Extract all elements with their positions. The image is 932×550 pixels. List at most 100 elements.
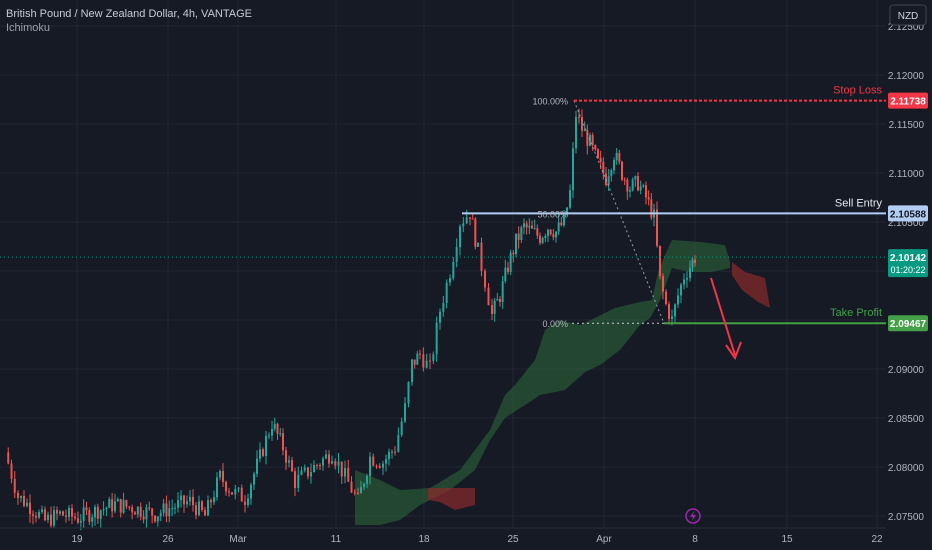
candle-body [99,510,102,519]
candle-body [656,209,658,246]
candle-body [108,499,111,508]
candle-body [35,515,37,518]
candle-body [85,507,88,511]
x-tick-label: Mar [229,534,247,545]
x-tick-label: Apr [596,534,612,545]
candle-body [294,471,296,489]
candle-body [337,461,340,466]
x-tick-label: 8 [692,534,698,545]
cloud-bear-right [732,262,770,308]
candle-body [114,501,116,512]
candle-body [116,498,119,502]
candle-body [105,507,108,509]
candle-body [204,509,206,516]
candle-body [680,284,682,296]
candle-body [583,130,586,132]
candle-body [328,454,330,464]
candle-body [531,225,533,229]
candle-body [77,518,79,523]
candle-body [586,130,589,146]
candle-body [310,472,312,477]
candle-body [186,501,188,505]
candle-body [222,470,224,482]
candle-body [210,500,212,503]
candle-body [639,186,642,191]
candle-body [53,510,55,526]
candle-body [213,497,215,503]
candle-body [62,511,64,516]
candle-body [250,484,252,499]
candle-body [94,506,96,518]
candle-body [259,449,261,459]
candle-body [91,517,94,522]
candle-body [136,506,139,515]
candle-body [419,353,421,355]
candle-body [637,176,639,191]
candle-body [276,423,279,434]
candle-body [162,503,165,513]
candle-body [244,501,246,505]
candle-body [183,495,185,505]
candle-body [56,510,58,514]
candle-body [134,512,136,515]
candle-body [388,451,390,460]
candle-body [165,503,168,517]
cloud-bull [355,240,730,525]
candle-body [452,261,455,279]
candle-body [536,228,539,236]
stop-loss-label: Stop Loss [833,85,882,97]
candle-body [547,229,549,237]
candle-body [391,451,393,453]
candle-body [17,492,19,498]
candle-body [334,461,337,466]
candle-body [432,354,435,361]
candle-body [439,311,441,323]
candle-body [605,173,607,186]
currency-button[interactable]: NZD [889,4,927,26]
candle-body [689,267,691,279]
candle-body [533,228,536,230]
candle-body [256,458,258,474]
candle-body [219,470,221,478]
x-axis: 19 26 Mar 11 18 25 Apr 8 15 22 [0,527,886,545]
candle-body [435,322,438,355]
candle-body [271,428,273,436]
candle-body [363,483,365,488]
candle-body [38,511,40,518]
candle-body [539,235,541,243]
candle-body [623,179,626,181]
candle-body [487,287,490,306]
candle-body [597,149,599,158]
candle-body [74,516,76,519]
candle-body [520,227,523,240]
candle-body [512,252,515,255]
candle-body [228,491,230,493]
candle-body [610,170,613,177]
candle-body [300,470,303,475]
candle-body [422,354,425,368]
candle-body [288,460,290,463]
candle-body [541,237,544,243]
candle-body [142,516,145,520]
candle-body [198,501,200,516]
x-tick-label: 26 [162,534,174,545]
candle-body [662,276,664,292]
candle-body [416,353,419,365]
chart-area[interactable]: 100.00% 50.00% 0.00% Stop Loss Sell Entry Tak… [0,0,932,550]
candle-body [285,450,287,463]
candle-body [549,229,552,235]
candle-body [394,451,396,453]
candle-body [273,423,276,429]
candle-body [32,514,34,516]
candle-body [544,236,547,238]
candle-body [20,496,22,498]
candle-body [44,509,46,521]
candle-body [613,160,615,171]
candle-body [347,468,350,482]
candle-body [455,247,458,262]
candle-body [397,435,400,452]
y-tick-label: 2.11000 [889,169,925,180]
candle-body [159,512,162,517]
candle-body [572,148,574,191]
candle-body [265,436,267,456]
